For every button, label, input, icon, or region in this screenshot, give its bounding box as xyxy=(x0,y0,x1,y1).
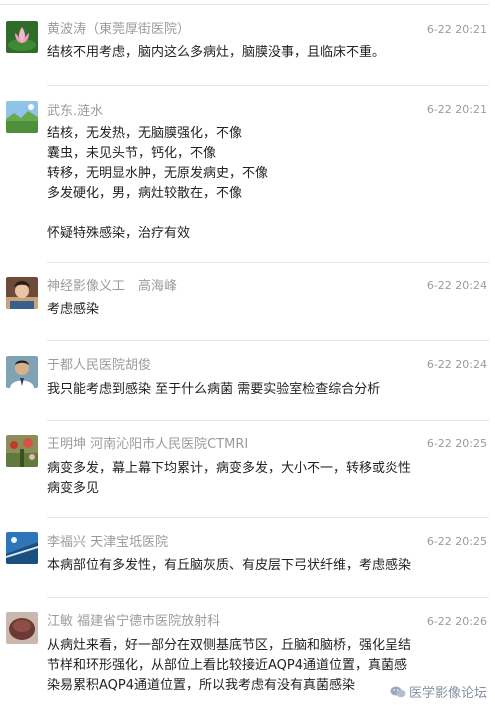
comment-time: 6-22 20:21 xyxy=(426,103,487,116)
comment-author[interactable]: 神经影像义工 高海峰 xyxy=(47,279,177,295)
comment-time: 6-22 20:21 xyxy=(426,23,487,36)
garden-avatar[interactable] xyxy=(6,435,38,467)
comment-body: 我只能考虑到感染 至于什么病菌 需要实验室检查综合分析 xyxy=(47,382,381,397)
landscape-avatar[interactable] xyxy=(6,101,38,133)
watermark: 医学影像论坛 xyxy=(390,682,487,701)
comment-body: 结核，无发热，无脑膜强化，不像 囊虫，未见头节，钙化，不像 转移，无明显水肿，无… xyxy=(47,126,269,241)
comment-time: 6-22 20:25 xyxy=(426,437,487,450)
comment-body: 考虑感染 xyxy=(47,302,100,317)
comment-author[interactable]: 李福兴 天津宝坻医院 xyxy=(47,535,168,551)
watermark-text: 医学影像论坛 xyxy=(408,686,487,701)
comment-author[interactable]: 王明坤 河南沁阳市人民医院CTMRI xyxy=(47,437,248,453)
lotus-flower-avatar[interactable] xyxy=(6,21,38,53)
wechat-icon xyxy=(390,686,406,698)
portrait-avatar[interactable] xyxy=(6,277,38,309)
sky-avatar[interactable] xyxy=(6,532,38,564)
comment-divider xyxy=(47,517,489,518)
comment-time: 6-22 20:24 xyxy=(426,279,487,292)
comment-body: 本病部位有多发性，有丘脑灰质、有皮层下弓状纤维，考虑感染 xyxy=(47,558,412,573)
comment-divider xyxy=(47,262,489,263)
comment-body: 结核不用考虑，脑内这么多病灶，脑膜没事，且临床不重。 xyxy=(47,45,386,60)
person-photo-avatar[interactable] xyxy=(6,356,38,388)
comment-time: 6-22 20:25 xyxy=(426,535,487,548)
round-object-avatar[interactable] xyxy=(6,612,38,644)
comment-time: 6-22 20:24 xyxy=(426,358,487,371)
comment-divider xyxy=(47,597,489,598)
top-divider xyxy=(0,4,489,5)
comment-divider xyxy=(47,85,489,86)
comment-divider xyxy=(47,340,489,341)
comment-author[interactable]: 于都人民医院胡俊 xyxy=(47,358,151,374)
comment-author[interactable]: 江敏 福建省宁德市医院放射科 xyxy=(47,614,220,630)
comment-author[interactable]: 武东.涟水 xyxy=(47,104,103,120)
comment-body: 病变多发，幕上幕下均累计，病变多发，大小不一，转移或炎性 病变多见 xyxy=(47,461,412,496)
comment-divider xyxy=(47,420,489,421)
comment-author[interactable]: 黄波涛（東莞厚街医院） xyxy=(47,22,190,38)
comment-time: 6-22 20:26 xyxy=(426,615,487,628)
